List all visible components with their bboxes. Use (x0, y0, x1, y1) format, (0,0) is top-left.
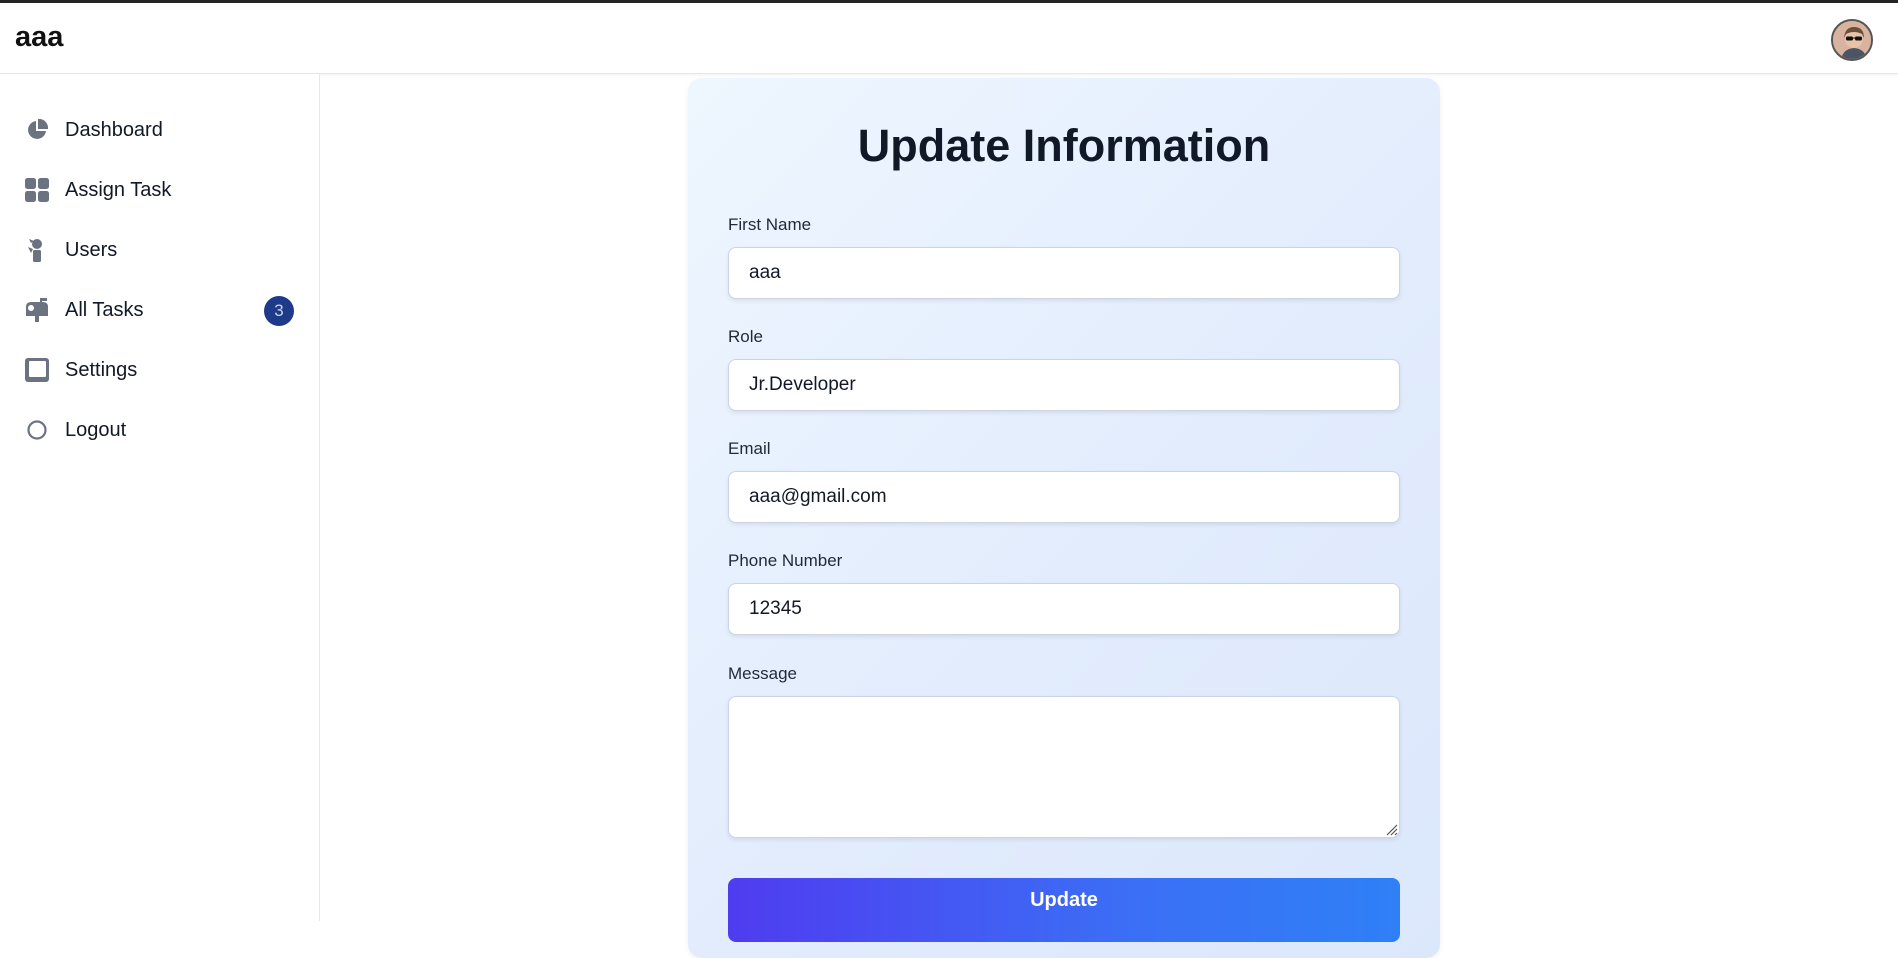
pie-chart-icon (24, 117, 50, 143)
sidebar-item-label: Assign Task (65, 179, 172, 201)
update-form-card: Update Information First Name Role Email… (688, 78, 1440, 958)
sidebar: Dashboard Assign Task Users All Tasks 3 … (0, 74, 320, 921)
user-avatar[interactable] (1831, 19, 1873, 61)
update-button[interactable]: Update (728, 878, 1400, 942)
phone-number-input[interactable] (728, 583, 1400, 635)
users-icon (24, 237, 50, 263)
sidebar-item-assign-task[interactable]: Assign Task (0, 165, 320, 215)
sidebar-item-label: Dashboard (65, 119, 163, 141)
sidebar-item-label: Settings (65, 359, 138, 381)
role-label: Role (728, 327, 763, 346)
sidebar-item-logout[interactable]: Logout (0, 405, 320, 455)
task-count-badge: 3 (264, 296, 294, 326)
panel-icon (24, 357, 50, 383)
email-input[interactable] (728, 471, 1400, 523)
sidebar-item-dashboard[interactable]: Dashboard (0, 105, 320, 155)
sidebar-item-settings[interactable]: Settings (0, 345, 320, 395)
main-content: Update Information First Name Role Email… (321, 74, 1898, 958)
brand-name: aaa (15, 21, 64, 53)
sidebar-item-label: All Tasks (65, 299, 144, 321)
mailbox-icon (24, 297, 50, 323)
top-bar: aaa (0, 0, 1898, 74)
sidebar-item-users[interactable]: Users (0, 225, 320, 275)
circle-icon (24, 417, 50, 443)
phone-number-label: Phone Number (728, 551, 843, 570)
message-label: Message (728, 664, 797, 683)
email-label: Email (728, 439, 771, 458)
grid-icon (24, 177, 50, 203)
sidebar-item-all-tasks[interactable]: All Tasks 3 (0, 285, 320, 335)
avatar-image (1833, 21, 1871, 59)
first-name-input[interactable] (728, 247, 1400, 299)
sidebar-item-label: Logout (65, 419, 127, 441)
form-title: Update Information (857, 120, 1271, 171)
first-name-label: First Name (728, 215, 812, 234)
role-input[interactable] (728, 359, 1400, 411)
sidebar-item-label: Users (65, 239, 118, 261)
resize-handle-icon[interactable] (1384, 822, 1398, 836)
message-textarea[interactable] (728, 696, 1400, 838)
